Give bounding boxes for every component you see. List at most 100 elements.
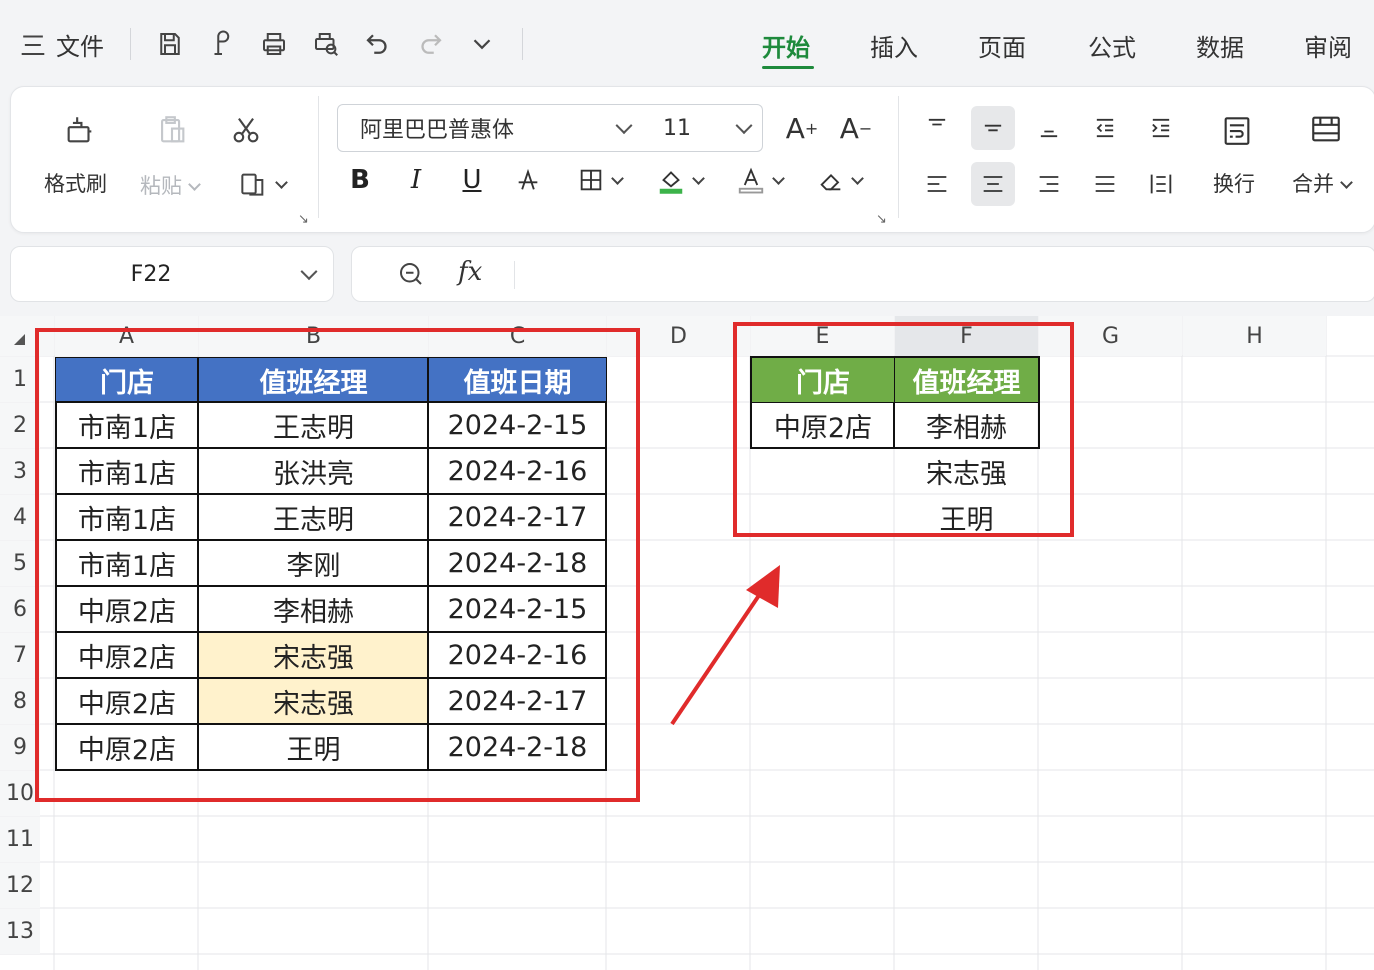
save-icon[interactable] <box>150 24 190 64</box>
print-preview-icon[interactable] <box>306 24 346 64</box>
cell-reference: F22 <box>130 261 172 287</box>
chevron-down-icon <box>188 178 201 191</box>
row-header[interactable]: 2 <box>0 403 40 448</box>
row-header[interactable]: 10 <box>0 771 40 816</box>
increase-indent-icon[interactable] <box>1139 106 1183 150</box>
merge-cells-icon[interactable] <box>1300 104 1352 154</box>
row-header[interactable]: 3 <box>0 449 40 494</box>
export-pdf-icon[interactable] <box>202 24 242 64</box>
zoom-formula-icon[interactable] <box>396 259 428 291</box>
result-highlight-box <box>733 322 1074 537</box>
justify-icon[interactable] <box>1083 162 1127 206</box>
merge-cells-label[interactable]: 合并 <box>1292 168 1353 198</box>
font-size-select[interactable]: 11 <box>641 104 763 152</box>
border-icon <box>580 169 601 191</box>
copy-button[interactable] <box>226 162 296 206</box>
name-box[interactable]: F22 <box>10 246 334 302</box>
fill-color-icon <box>659 171 682 194</box>
font-color-button[interactable] <box>728 158 790 202</box>
font-name-value: 阿里巴巴普惠体 <box>360 118 515 143</box>
chevron-down-icon <box>615 117 633 135</box>
row-header[interactable]: 11 <box>0 817 40 862</box>
row-header[interactable]: 6 <box>0 587 40 632</box>
top-menu-bar: 三 文件 开始 插入 页面 公式 数据 审阅 <box>0 0 1374 86</box>
font-name-select[interactable]: 阿里巴巴普惠体 <box>337 104 643 152</box>
divider <box>514 261 515 289</box>
source-highlight-box <box>35 328 640 802</box>
tab-home[interactable]: 开始 <box>762 28 810 63</box>
tab-data[interactable]: 数据 <box>1196 28 1244 63</box>
row-header[interactable]: 1 <box>0 357 40 402</box>
wrap-text-label[interactable]: 换行 <box>1213 168 1255 198</box>
bold-button[interactable]: B <box>342 158 378 202</box>
row-header[interactable]: 8 <box>0 679 40 724</box>
chevron-down-icon <box>274 175 288 189</box>
chevron-down-icon <box>610 171 624 185</box>
format-painter-icon[interactable] <box>56 106 104 154</box>
undo-icon[interactable] <box>358 24 398 64</box>
row-header[interactable]: 9 <box>0 725 40 770</box>
font-launcher-icon[interactable]: ↘ <box>876 212 887 227</box>
align-bottom-icon[interactable] <box>1027 106 1071 150</box>
font-size-value: 11 <box>663 115 691 141</box>
paste-label[interactable]: 粘贴 <box>140 170 201 200</box>
row-header[interactable]: 7 <box>0 633 40 678</box>
print-icon[interactable] <box>254 24 294 64</box>
underline-button[interactable]: U <box>454 158 490 202</box>
paste-icon[interactable] <box>148 106 196 154</box>
tab-insert[interactable]: 插入 <box>870 28 918 63</box>
chevron-down-icon <box>691 171 705 185</box>
divider <box>318 96 319 218</box>
font-color-icon <box>738 167 763 194</box>
row-header[interactable]: 5 <box>0 541 40 586</box>
increase-font-icon[interactable]: A + <box>780 106 824 150</box>
main-menu-glyph: 三 <box>19 31 46 62</box>
chevron-down-icon <box>771 171 785 185</box>
align-middle-icon[interactable] <box>971 106 1015 150</box>
file-menu[interactable]: 文件 <box>52 24 108 64</box>
merge-cells-text: 合并 <box>1292 172 1334 196</box>
redo-icon[interactable] <box>410 24 450 64</box>
tab-page[interactable]: 页面 <box>978 28 1026 63</box>
chevron-down-icon <box>300 263 318 281</box>
chevron-down-icon <box>1340 176 1353 189</box>
wrap-text-icon[interactable] <box>1212 106 1262 156</box>
clear-format-button[interactable] <box>808 158 870 202</box>
divider <box>130 28 131 60</box>
red-arrow-icon <box>670 565 780 726</box>
row-header[interactable]: 13 <box>0 909 40 954</box>
border-button[interactable] <box>568 158 630 202</box>
column-header-h[interactable]: H <box>1183 316 1326 356</box>
select-all-icon <box>14 334 25 345</box>
strikethrough-icon[interactable] <box>510 158 546 202</box>
paste-label-text: 粘贴 <box>140 174 182 198</box>
cut-icon[interactable] <box>222 106 270 154</box>
decrease-indent-icon[interactable] <box>1083 106 1127 150</box>
formula-input[interactable] <box>528 257 1358 291</box>
divider <box>898 96 899 218</box>
fx-icon[interactable]: fx <box>458 257 482 287</box>
copy-icon <box>240 173 263 196</box>
fill-color-button[interactable] <box>648 158 710 202</box>
decrease-font-icon[interactable]: A − <box>834 106 878 150</box>
align-left-icon[interactable] <box>915 162 959 206</box>
row-header[interactable]: 12 <box>0 863 40 908</box>
tab-review[interactable]: 审阅 <box>1304 28 1352 63</box>
chevron-down-icon <box>850 171 864 185</box>
eraser-icon <box>819 174 840 191</box>
row-header[interactable]: 4 <box>0 495 40 540</box>
quick-access-dropdown-icon[interactable] <box>462 24 502 64</box>
align-center-icon[interactable] <box>971 162 1015 206</box>
divider <box>522 28 523 60</box>
tab-formulas[interactable]: 公式 <box>1088 28 1136 63</box>
formula-bar: fx <box>351 246 1374 302</box>
distributed-align-icon[interactable] <box>1139 162 1183 206</box>
main-menu-icon[interactable]: 三 <box>18 24 48 64</box>
chevron-down-icon <box>735 117 753 135</box>
align-right-icon[interactable] <box>1027 162 1071 206</box>
format-painter-label[interactable]: 格式刷 <box>44 168 107 198</box>
align-top-icon[interactable] <box>915 106 959 150</box>
active-tab-indicator <box>762 66 814 69</box>
clipboard-launcher-icon[interactable]: ↘ <box>298 212 309 227</box>
italic-button[interactable]: I <box>398 158 434 202</box>
